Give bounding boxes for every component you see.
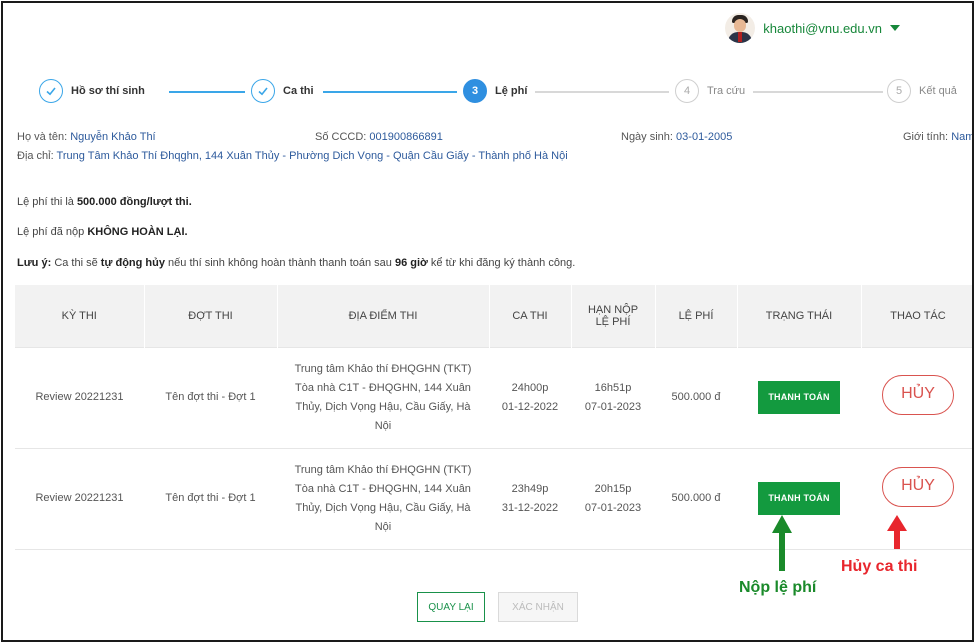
col-dot-thi: ĐỢT THI bbox=[144, 285, 278, 347]
step-label: Ca thi bbox=[283, 85, 314, 97]
app-window: khaothi@vnu.edu.vn Hồ sơ thí sinh Ca thi… bbox=[1, 1, 974, 642]
cancel-exam-button[interactable]: HỦY bbox=[882, 374, 954, 415]
candidate-dob: Ngày sinh: 03-01-2005 bbox=[621, 131, 733, 143]
table-row: Review 20221231 Tên đợt thi - Đợt 1 Trun… bbox=[15, 447, 972, 550]
candidate-gender: Giới tính: Nam bbox=[903, 131, 974, 143]
col-ky-thi: KỲ THI bbox=[15, 285, 145, 347]
pay-annotation: Nộp lệ phí bbox=[739, 579, 817, 596]
candidate-name-value: Nguyễn Khảo Thí bbox=[70, 131, 156, 143]
cell-ca-thi: 24h00p 01-12-2022 bbox=[489, 346, 571, 448]
cell-trang-thai: THANH TOÁN bbox=[737, 447, 861, 550]
pay-arrow-icon bbox=[772, 515, 792, 571]
warning-note: Lưu ý: Ca thi sẽ tự động hủy nếu thí sin… bbox=[17, 257, 576, 269]
step-label: Lệ phí bbox=[495, 85, 528, 97]
step-label: Kết quả bbox=[919, 85, 957, 97]
col-han-nop: HẠN NỘP LỆ PHÍ bbox=[571, 285, 656, 347]
step-ho-so-thi-sinh[interactable]: Hồ sơ thí sinh bbox=[39, 79, 145, 103]
candidate-dob-value: 03-01-2005 bbox=[676, 131, 733, 143]
check-icon bbox=[39, 79, 63, 103]
back-button[interactable]: QUAY LẠI bbox=[417, 592, 485, 622]
candidate-address-value: Trung Tâm Khảo Thí Đhqghn, 144 Xuân Thủy… bbox=[56, 150, 568, 162]
chevron-down-icon[interactable] bbox=[890, 25, 900, 31]
col-dia-diem-thi: ĐỊA ĐIỂM THI bbox=[277, 285, 490, 347]
cell-thao-tac: HỦY bbox=[861, 346, 972, 448]
candidate-gender-value: Nam bbox=[951, 131, 974, 143]
cell-dot-thi: Tên đợt thi - Đợt 1 bbox=[144, 447, 277, 550]
step-connector bbox=[535, 91, 669, 93]
exam-table: KỲ THI ĐỢT THI ĐỊA ĐIỂM THI CA THI HẠN N… bbox=[15, 285, 972, 550]
cell-ky-thi: Review 20221231 bbox=[15, 346, 144, 448]
cell-ca-thi: 23h49p 31-12-2022 bbox=[489, 447, 571, 550]
cell-dia-diem: Trung tâm Khảo thí ĐHQGHN (TKT) Tòa nhà … bbox=[277, 447, 489, 550]
avatar[interactable] bbox=[725, 13, 756, 43]
candidate-id-value: 001900866891 bbox=[369, 131, 443, 143]
user-menu[interactable]: khaothi@vnu.edu.vn bbox=[725, 13, 900, 43]
step-label: Hồ sơ thí sinh bbox=[71, 85, 145, 97]
cell-trang-thai: THANH TOÁN bbox=[737, 346, 861, 448]
step-tra-cuu[interactable]: 4 Tra cứu bbox=[675, 79, 745, 103]
candidate-address: Địa chỉ: Trung Tâm Khảo Thí Đhqghn, 144 … bbox=[17, 150, 568, 162]
col-trang-thai: TRẠNG THÁI bbox=[737, 285, 862, 347]
step-number: 3 bbox=[463, 79, 487, 103]
step-connector bbox=[323, 91, 457, 93]
col-thao-tac: THAO TÁC bbox=[861, 285, 972, 347]
col-le-phi: LỆ PHÍ bbox=[655, 285, 738, 347]
fee-note: Lệ phí thi là 500.000 đồng/lượt thi. bbox=[17, 196, 192, 208]
pay-button[interactable]: THANH TOÁN bbox=[758, 482, 840, 515]
refund-note: Lệ phí đã nộp KHÔNG HOÀN LẠI. bbox=[17, 226, 188, 238]
step-le-phi[interactable]: 3 Lệ phí bbox=[463, 79, 527, 103]
step-label: Tra cứu bbox=[707, 85, 746, 97]
progress-stepper: Hồ sơ thí sinh Ca thi 3 Lệ phí 4 Tra cứu… bbox=[37, 79, 972, 105]
step-number: 5 bbox=[887, 79, 911, 103]
cell-han-nop: 20h15p 07-01-2023 bbox=[571, 447, 655, 550]
check-icon bbox=[251, 79, 275, 103]
step-number: 4 bbox=[675, 79, 699, 103]
step-connector bbox=[753, 91, 883, 93]
cell-thao-tac: HỦY bbox=[861, 447, 972, 550]
user-email[interactable]: khaothi@vnu.edu.vn bbox=[763, 21, 882, 36]
cell-dot-thi: Tên đợt thi - Đợt 1 bbox=[144, 346, 277, 448]
col-ca-thi: CA THI bbox=[489, 285, 572, 347]
candidate-id: Số CCCD: 001900866891 bbox=[315, 131, 443, 143]
table-header: KỲ THI ĐỢT THI ĐỊA ĐIỂM THI CA THI HẠN N… bbox=[15, 285, 972, 347]
cell-ky-thi: Review 20221231 bbox=[15, 447, 144, 550]
cancel-annotation: Hủy ca thi bbox=[841, 558, 918, 575]
table-row: Review 20221231 Tên đợt thi - Đợt 1 Trun… bbox=[15, 346, 972, 448]
confirm-button[interactable]: XÁC NHẬN bbox=[498, 592, 578, 622]
candidate-name: Họ và tên: Nguyễn Khảo Thí bbox=[17, 131, 156, 143]
step-ket-qua[interactable]: 5 Kết quả bbox=[887, 79, 957, 103]
cell-han-nop: 16h51p 07-01-2023 bbox=[571, 346, 655, 448]
cell-le-phi: 500.000 đ bbox=[655, 346, 737, 448]
pay-button[interactable]: THANH TOÁN bbox=[758, 381, 840, 414]
cell-dia-diem: Trung tâm Khảo thí ĐHQGHN (TKT) Tòa nhà … bbox=[277, 346, 489, 448]
cell-le-phi: 500.000 đ bbox=[655, 447, 737, 550]
step-connector bbox=[169, 91, 245, 93]
cancel-exam-button[interactable]: HỦY bbox=[882, 466, 954, 507]
step-ca-thi[interactable]: Ca thi bbox=[251, 79, 314, 103]
cancel-arrow-icon bbox=[887, 515, 907, 549]
